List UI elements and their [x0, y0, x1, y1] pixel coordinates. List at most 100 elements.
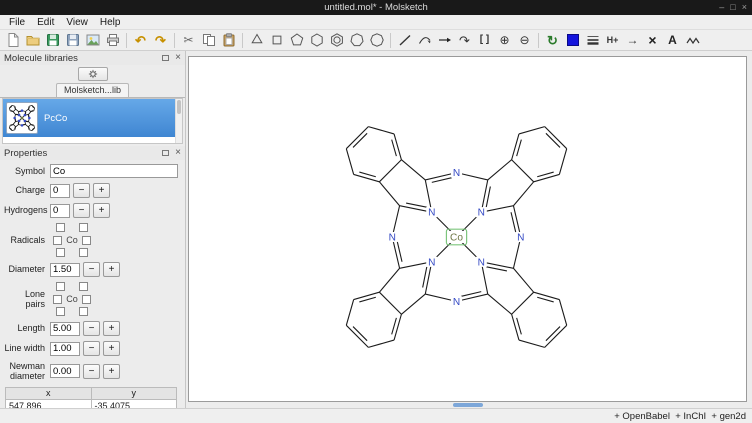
toolbar-cyclobutane-ring-button[interactable] [267, 31, 286, 50]
toolbar-export-image-button[interactable] [83, 31, 102, 50]
radical-checkbox[interactable] [82, 236, 91, 245]
charge-increase-button[interactable]: + [93, 183, 110, 198]
radical-checkbox[interactable] [56, 248, 65, 257]
toolbar-line-width-selector-button[interactable] [583, 31, 602, 50]
charge-input[interactable] [50, 184, 70, 198]
length-input[interactable] [50, 322, 80, 336]
toolbar-open-file-button[interactable] [23, 31, 42, 50]
newman-increase-button[interactable]: + [103, 364, 120, 379]
lone-pairs-row: Lone pairs Co [4, 282, 181, 316]
toolbar-add-hydrogen-button[interactable]: H+ [603, 31, 622, 50]
lone-pairs-grid: Co [50, 282, 94, 316]
radical-checkbox[interactable] [79, 248, 88, 257]
lone-pair-checkbox[interactable] [79, 282, 88, 291]
status-plugins: + OpenBabel + InChI + gen2d [614, 411, 746, 422]
properties-dock-close-icon[interactable]: × [175, 148, 181, 158]
toolbar-cyclopropane-ring-button[interactable] [247, 31, 266, 50]
length-decrease-button[interactable]: − [83, 321, 100, 336]
maximize-button[interactable]: □ [730, 0, 735, 15]
radicals-row: Radicals Co [4, 223, 181, 257]
toolbar-cyclooctane-ring-button[interactable] [367, 31, 386, 50]
left-panel: Molecule libraries × Molsketch...lib [0, 51, 186, 408]
length-increase-button[interactable]: + [103, 321, 120, 336]
library-settings-button[interactable] [78, 67, 108, 81]
diameter-decrease-button[interactable]: − [83, 262, 100, 277]
toolbar-redo-button[interactable]: ↷ [151, 31, 170, 50]
menu-view[interactable]: View [60, 16, 94, 29]
toolbar-undo-button[interactable]: ↶ [131, 31, 150, 50]
properties-dock-float-icon[interactable] [162, 150, 169, 156]
line-width-input[interactable] [50, 342, 80, 356]
radical-checkbox[interactable] [53, 236, 62, 245]
toolbar-increase-charge-button[interactable]: ⊕ [495, 31, 514, 50]
close-button[interactable]: × [742, 0, 747, 15]
main-area: Molecule libraries × Molsketch...lib [0, 51, 752, 408]
lone-pair-checkbox[interactable] [53, 295, 62, 304]
library-scrollbar-handle[interactable] [177, 100, 181, 114]
symbol-input[interactable] [50, 164, 178, 178]
menu-file[interactable]: File [3, 16, 31, 29]
toolbar-paste-button[interactable] [219, 31, 238, 50]
toolbar-bracket-tool-button[interactable]: [ ] [475, 31, 494, 50]
library-item-pcco[interactable]: PcCo [3, 99, 175, 137]
minimize-button[interactable]: – [719, 0, 724, 15]
hydrogens-input[interactable] [50, 204, 70, 218]
libraries-dock-header: Molecule libraries × [0, 51, 185, 65]
toolbar-align-tool-button[interactable]: → [623, 31, 642, 50]
menu-help[interactable]: Help [94, 16, 127, 29]
toolbar-cut-button[interactable]: ✂ [179, 31, 198, 50]
toolbar-cyclopentane-ring-button[interactable] [287, 31, 306, 50]
toolbar-decrease-charge-button[interactable]: ⊖ [515, 31, 534, 50]
hydrogens-decrease-button[interactable]: − [73, 203, 90, 218]
toolbar-new-file-button[interactable] [3, 31, 22, 50]
diameter-increase-button[interactable]: + [103, 262, 120, 277]
line-width-decrease-button[interactable]: − [83, 341, 100, 356]
toolbar-print-button[interactable] [103, 31, 122, 50]
diameter-input[interactable] [50, 263, 80, 277]
toolbar-color-swatch-button[interactable] [563, 31, 582, 50]
svg-text:N: N [389, 232, 396, 243]
toolbar-separator [242, 33, 243, 48]
lone-pair-checkbox[interactable] [56, 282, 65, 291]
libraries-dock-float-icon[interactable] [162, 55, 169, 61]
newman-diameter-input[interactable] [50, 364, 80, 378]
canvas-scrollbar-handle[interactable] [453, 403, 483, 407]
libraries-dock-close-icon[interactable]: × [175, 53, 181, 63]
toolbar-delete-tool-button[interactable]: × [643, 31, 662, 50]
library-tab[interactable]: Molsketch...lib [56, 83, 129, 97]
coord-y-cell[interactable]: -35.4075 [91, 399, 177, 408]
toolbar-save-as-button[interactable] [63, 31, 82, 50]
toolbar-reaction-arrow-button[interactable] [435, 31, 454, 50]
canvas-column: NNNNNNNNCo [186, 51, 752, 408]
libraries-dock-title: Molecule libraries [4, 53, 78, 64]
app-window: untitled.mol* - Molsketch – □ × File Edi… [0, 0, 752, 423]
toolbar-chain-tool-button[interactable] [683, 31, 702, 50]
hydrogens-row: Hydrogens − + [4, 203, 181, 218]
toolbar-text-tool-button[interactable]: A [663, 31, 682, 50]
toolbar-cycloheptane-ring-button[interactable] [347, 31, 366, 50]
menu-edit[interactable]: Edit [31, 16, 60, 29]
coord-x-cell[interactable]: 547.896 [6, 399, 92, 408]
library-scrollbar[interactable] [175, 99, 182, 143]
lone-pair-checkbox[interactable] [56, 307, 65, 316]
lone-pair-checkbox[interactable] [79, 307, 88, 316]
line-width-increase-button[interactable]: + [103, 341, 120, 356]
lone-pair-checkbox[interactable] [82, 295, 91, 304]
molecule-thumbnail [6, 102, 38, 134]
hydrogens-increase-button[interactable]: + [93, 203, 110, 218]
toolbar-rotate-tool-button[interactable]: ↻ [543, 31, 562, 50]
charge-row: Charge − + [4, 183, 181, 198]
status-bar: + OpenBabel + InChI + gen2d [0, 408, 752, 423]
newman-decrease-button[interactable]: − [83, 364, 100, 379]
charge-decrease-button[interactable]: − [73, 183, 90, 198]
toolbar-curved-arrow-button[interactable]: ↷ [455, 31, 474, 50]
radical-checkbox[interactable] [79, 223, 88, 232]
toolbar-cyclohexane-ring-button[interactable] [307, 31, 326, 50]
toolbar-mechanism-arrow-button[interactable] [415, 31, 434, 50]
drawing-canvas[interactable]: NNNNNNNNCo [188, 56, 747, 402]
radical-checkbox[interactable] [56, 223, 65, 232]
toolbar-draw-bond-button[interactable] [395, 31, 414, 50]
toolbar-benzene-ring-button[interactable] [327, 31, 346, 50]
toolbar-save-button[interactable] [43, 31, 62, 50]
toolbar-copy-button[interactable] [199, 31, 218, 50]
